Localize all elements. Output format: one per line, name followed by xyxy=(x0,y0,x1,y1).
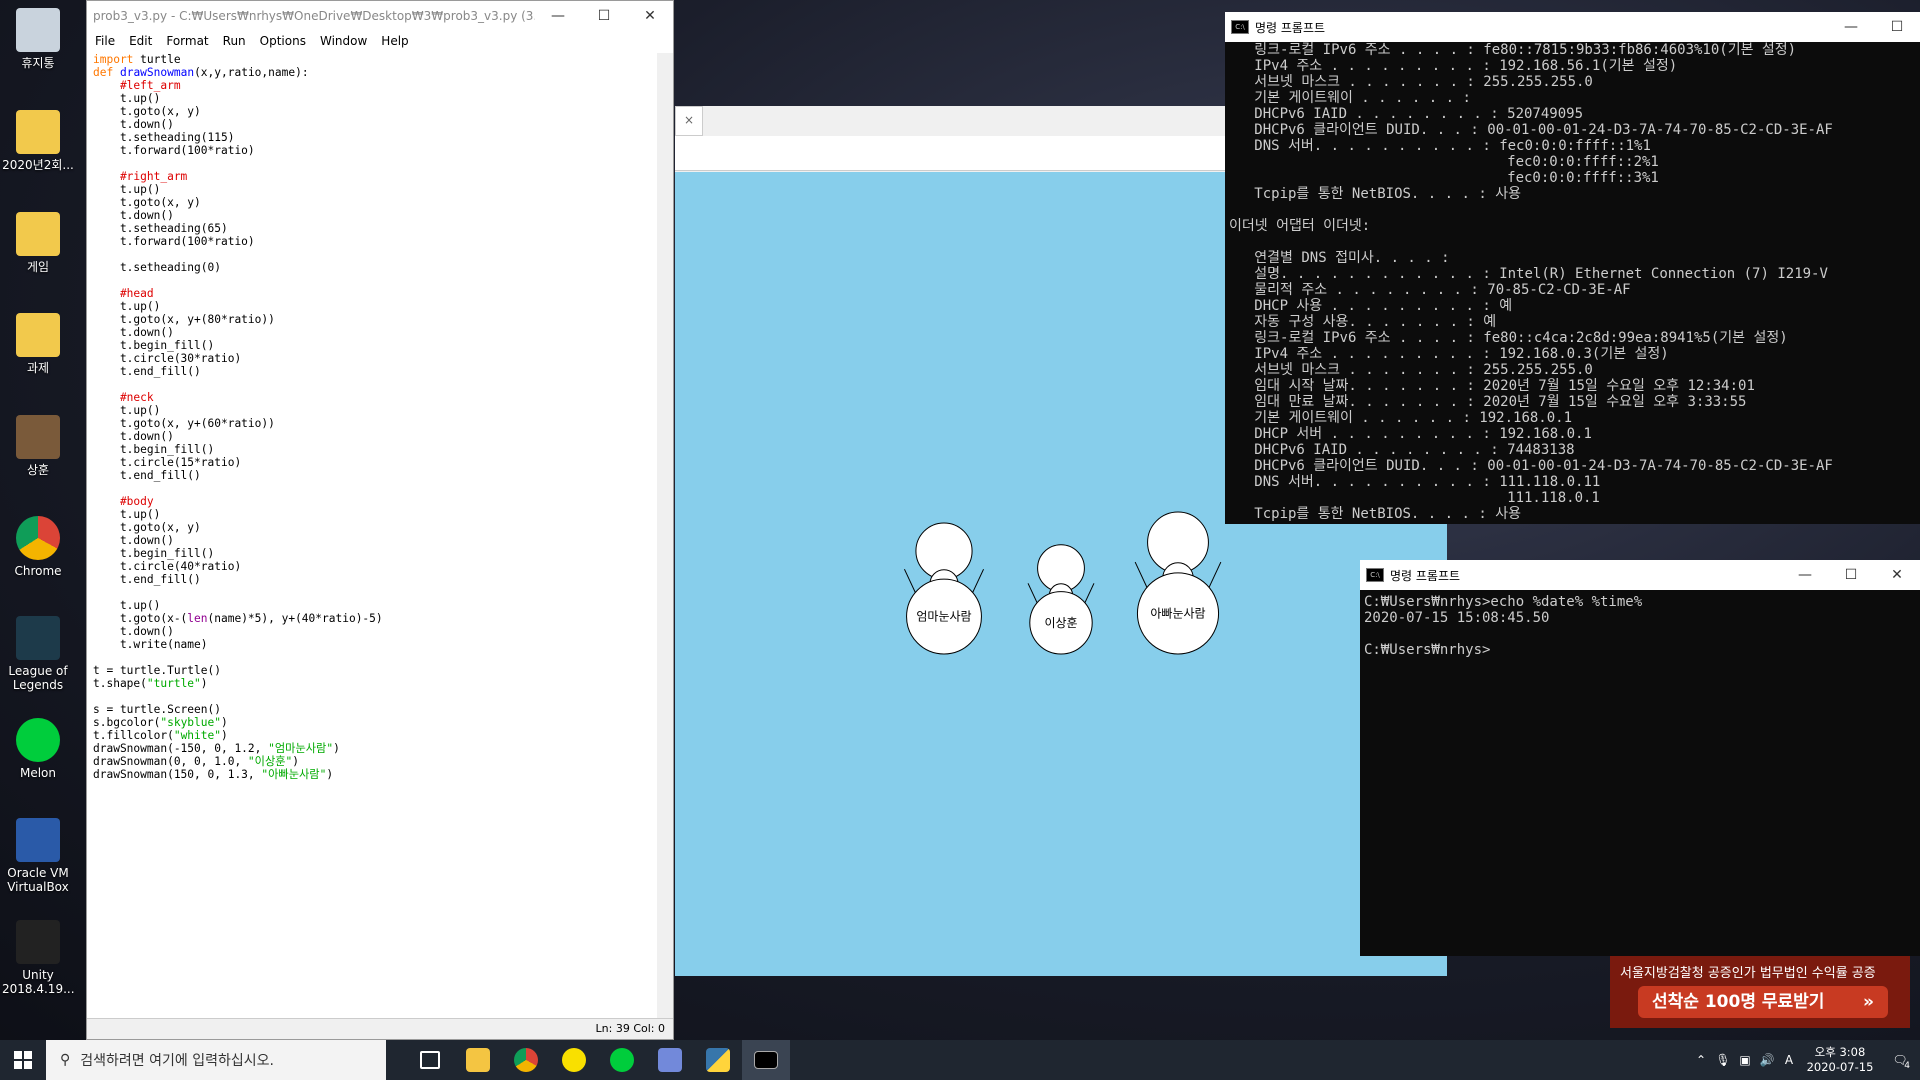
cmd-output[interactable]: 링크-로컬 IPv6 주소 . . . . : fe80::7815:9b33:… xyxy=(1225,42,1920,522)
desktop-icon-label: 과제 xyxy=(26,361,50,375)
desktop-icon-label: Melon xyxy=(19,766,57,780)
cursor-position: Ln: 39 Col: 0 xyxy=(595,1022,665,1035)
ad-banner[interactable]: 서울지방검찰청 공증인가 법무법인 수익률 공증 선착순 100명 무료받기 » xyxy=(1610,956,1910,1028)
taskbar: ⚲ 검색하려면 여기에 입력하십시오. ⌃ 🎙 ▣ 🔊 A 오후 3:08 20… xyxy=(0,1040,1920,1080)
close-button[interactable]: ✕ xyxy=(1874,567,1920,583)
chevron-up-icon[interactable]: ⌃ xyxy=(1690,1053,1712,1067)
desktop-icon[interactable]: 과제 xyxy=(2,313,74,375)
cmd-taskbar-icon[interactable] xyxy=(742,1040,790,1080)
desktop-icon[interactable]: Chrome xyxy=(2,516,74,578)
file-explorer-icon[interactable] xyxy=(454,1040,502,1080)
cmd-window-ipconfig: C:\ 명령 프롬프트 — ☐ 링크-로컬 IPv6 주소 . . . . : f… xyxy=(1225,12,1920,524)
notification-count: 4 xyxy=(1904,1061,1910,1071)
menu-item[interactable]: Options xyxy=(260,34,306,48)
melon-icon[interactable] xyxy=(598,1040,646,1080)
desktop-icon-label: 휴지통 xyxy=(21,56,55,70)
snowman-name-label: 아빠눈사람 xyxy=(1150,606,1205,620)
melon-icon xyxy=(16,718,60,762)
menu-item[interactable]: Help xyxy=(381,34,408,48)
desktop-icon[interactable]: 상훈 xyxy=(2,415,74,477)
menu-item[interactable]: Window xyxy=(320,34,367,48)
ime-indicator[interactable]: A xyxy=(1778,1053,1800,1067)
cmd-icon: C:\ xyxy=(1366,568,1384,582)
task-view-icon[interactable] xyxy=(406,1040,454,1080)
desktop-icon-label: 2020년2회... xyxy=(2,158,74,172)
desktop-icon-label: Oracle VM VirtualBox xyxy=(7,866,69,894)
network-icon[interactable]: ▣ xyxy=(1734,1053,1756,1067)
desktop-icon[interactable]: 휴지통 xyxy=(2,8,74,70)
maximize-button[interactable]: ☐ xyxy=(581,8,627,24)
chrome-icon xyxy=(16,516,60,560)
vertical-scrollbar[interactable] xyxy=(657,53,673,1019)
photo-icon xyxy=(16,415,60,459)
idle-menubar: File Edit Format Run Options Window Help xyxy=(87,31,673,51)
desktop-icon-label: League of Legends xyxy=(8,664,68,692)
code-editor[interactable]: import turtle def drawSnowman(x,y,ratio,… xyxy=(93,53,655,1019)
notification-icon[interactable]: 🗨 4 xyxy=(1880,1053,1920,1071)
kakaotalk-icon[interactable] xyxy=(550,1040,598,1080)
desktop-icon-label: Unity 2018.4.19... xyxy=(2,968,75,996)
discord-icon[interactable] xyxy=(646,1040,694,1080)
snowman: 엄마눈사람 xyxy=(903,522,985,655)
desktop-icon-label: 게임 xyxy=(26,260,50,274)
desktop-icon[interactable]: 게임 xyxy=(2,212,74,274)
cmd-title: 명령 프롬프트 xyxy=(1255,20,1326,35)
clock-time: 오후 3:08 xyxy=(1814,1045,1866,1059)
idle-editor-window: prob3_v3.py - C:₩Users₩nrhys₩OneDrive₩De… xyxy=(86,0,674,1040)
maximize-button[interactable]: ☐ xyxy=(1874,19,1920,35)
cmd-icon: C:\ xyxy=(1231,20,1249,34)
chevron-right-icon: » xyxy=(1863,992,1874,1012)
ad-headline: 서울지방검찰청 공증인가 법무법인 수익률 공증 xyxy=(1620,966,1876,981)
desktop-icon-label: Chrome xyxy=(14,564,62,578)
desktop-icon[interactable]: Oracle VM VirtualBox xyxy=(2,818,74,894)
minimize-button[interactable]: — xyxy=(1828,19,1874,35)
clock-date: 2020-07-15 xyxy=(1806,1060,1874,1074)
desktop-icon[interactable]: Melon xyxy=(2,718,74,780)
minimize-button[interactable]: — xyxy=(535,8,581,24)
ad-cta-button[interactable]: 선착순 100명 무료받기 » xyxy=(1638,986,1888,1018)
cmd-title: 명령 프롬프트 xyxy=(1390,568,1461,583)
clock[interactable]: 오후 3:08 2020-07-15 xyxy=(1800,1045,1880,1075)
cmd-titlebar[interactable]: C:\ 명령 프롬프트 — ☐ ✕ xyxy=(1360,560,1920,590)
microphone-icon[interactable]: 🎙 xyxy=(1712,1053,1734,1067)
system-tray: ⌃ 🎙 ▣ 🔊 A 오후 3:08 2020-07-15 🗨 4 xyxy=(1690,1040,1920,1080)
status-bar: Ln: 39 Col: 0 xyxy=(87,1018,673,1039)
idle-titlebar[interactable]: prob3_v3.py - C:₩Users₩nrhys₩OneDrive₩De… xyxy=(87,1,673,31)
idle-window-title: prob3_v3.py - C:₩Users₩nrhys₩OneDrive₩De… xyxy=(93,9,535,23)
desktop-icon[interactable]: 2020년2회... xyxy=(2,110,74,172)
menu-item[interactable]: Edit xyxy=(129,34,152,48)
folder-icon xyxy=(16,110,60,154)
snowman: 이상훈 xyxy=(1027,544,1095,655)
desktop-icon-label: 상훈 xyxy=(26,463,50,477)
menu-item[interactable]: File xyxy=(95,34,115,48)
snowman-name-label: 이상훈 xyxy=(1044,616,1077,630)
league-icon xyxy=(16,616,60,660)
folder-icon xyxy=(16,313,60,357)
search-icon: ⚲ xyxy=(60,1052,71,1068)
snowman: 아빠눈사람 xyxy=(1134,511,1222,655)
virtualbox-icon xyxy=(16,818,60,862)
minimize-button[interactable]: — xyxy=(1782,567,1828,583)
menu-item[interactable]: Run xyxy=(223,34,246,48)
snowman-name-label: 엄마눈사람 xyxy=(916,610,971,624)
cmd-titlebar[interactable]: C:\ 명령 프롬프트 — ☐ xyxy=(1225,12,1920,42)
close-button[interactable]: ✕ xyxy=(627,8,673,24)
windows-start-icon[interactable] xyxy=(0,1040,46,1080)
maximize-button[interactable]: ☐ xyxy=(1828,567,1874,583)
volume-icon[interactable]: 🔊 xyxy=(1756,1053,1778,1067)
close-icon[interactable]: × xyxy=(675,106,703,136)
unity-icon xyxy=(16,920,60,964)
menu-item[interactable]: Format xyxy=(166,34,208,48)
cmd-window-echo: C:\ 명령 프롬프트 — ☐ ✕ C:₩Users₩nrhys>echo %da… xyxy=(1360,560,1920,956)
cmd-output[interactable]: C:₩Users₩nrhys>echo %date% %time% 2020-0… xyxy=(1360,590,1920,658)
ad-cta-label: 선착순 100명 무료받기 xyxy=(1652,992,1825,1012)
taskbar-search-box[interactable]: ⚲ 검색하려면 여기에 입력하십시오. xyxy=(46,1040,386,1080)
python-icon[interactable] xyxy=(694,1040,742,1080)
recycle-bin-icon xyxy=(16,8,60,52)
search-placeholder: 검색하려면 여기에 입력하십시오. xyxy=(80,1053,274,1069)
desktop-icon[interactable]: Unity 2018.4.19... xyxy=(2,920,75,996)
chrome-icon[interactable] xyxy=(502,1040,550,1080)
folder-icon xyxy=(16,212,60,256)
desktop-icon[interactable]: League of Legends xyxy=(2,616,74,692)
